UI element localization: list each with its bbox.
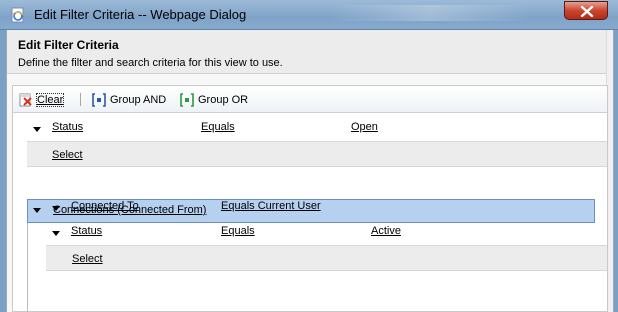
filter-toolbar: Clear Group AND Group OR [13,86,607,113]
condition-operator[interactable]: Equals [221,225,255,237]
clear-button[interactable]: Clear [18,92,65,108]
filter-criteria-panel: Clear Group AND Group OR Status Equals O… [12,85,608,312]
group-or-label: Group OR [198,94,249,106]
group-select-field-link[interactable]: Select [72,253,103,265]
group-menu-arrow[interactable] [33,208,41,213]
group-and-button[interactable]: Group AND [91,92,166,108]
condition-menu-arrow[interactable] [52,231,60,236]
group-or-icon [180,93,194,107]
select-field-link[interactable]: Select [52,149,83,161]
close-button[interactable] [564,1,608,20]
window-title: Edit Filter Criteria -- Webpage Dialog [34,7,247,22]
group-and-icon [92,93,106,107]
condition-value[interactable]: Active [371,225,401,237]
condition-menu-arrow[interactable] [52,206,60,211]
select-row [27,141,607,167]
group-select-row [46,245,607,271]
dialog-header: Edit Filter Criteria Define the filter a… [7,30,613,74]
condition-operator[interactable]: Equals Current User [221,200,321,212]
page-title: Edit Filter Criteria [18,38,119,52]
clear-filter-icon [19,93,32,107]
group-and-label: Group AND [110,94,167,106]
title-bar-highlight [330,5,530,21]
condition-value[interactable]: Open [351,121,378,133]
ie-page-icon [11,7,24,23]
toolbar-separator [80,93,81,106]
close-icon [580,6,594,17]
condition-field[interactable]: Status [71,225,102,237]
clear-label: Clear [35,93,65,107]
condition-operator[interactable]: Equals [201,121,235,133]
group-or-button[interactable]: Group OR [179,92,248,108]
dialog-body: Edit Filter Criteria Define the filter a… [6,30,614,312]
condition-field[interactable]: Connected To [71,200,139,212]
group-indent-line [27,223,28,312]
condition-field[interactable]: Status [52,121,83,133]
page-description: Define the filter and search criteria fo… [18,57,283,69]
title-bar[interactable]: Edit Filter Criteria -- Webpage Dialog [0,0,618,30]
condition-menu-arrow[interactable] [33,127,41,132]
